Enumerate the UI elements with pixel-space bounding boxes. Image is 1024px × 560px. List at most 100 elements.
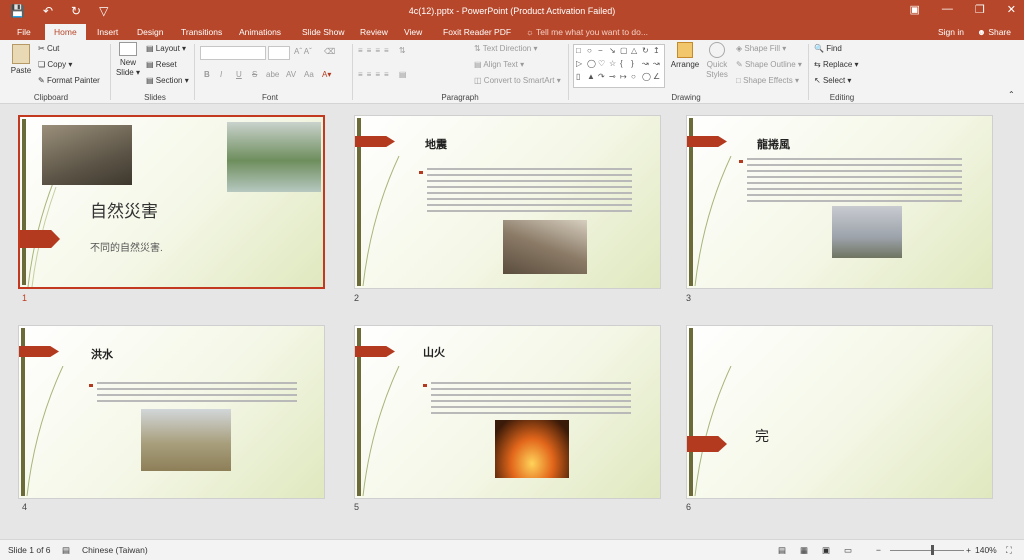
tab-foxit-reader-pdf[interactable]: Foxit Reader PDF (443, 27, 511, 37)
zoom-slider-thumb[interactable] (931, 545, 934, 555)
quick-styles-button[interactable]: Quick Styles (704, 42, 730, 80)
zoom-in-icon[interactable]: + (966, 545, 971, 555)
share-button[interactable]: ☻ Share (977, 27, 1011, 37)
tab-view[interactable]: View (404, 27, 422, 37)
slide-sorter-view-icon[interactable]: ▦ (800, 545, 808, 556)
find-icon: 🔍 (814, 44, 824, 53)
proofing-icon[interactable]: ▤ (62, 545, 70, 556)
new-slide-button[interactable]: New Slide ▾ (114, 42, 142, 78)
tab-design[interactable]: Design (137, 27, 163, 37)
underline-button[interactable]: U (236, 70, 242, 79)
minimize-icon[interactable]: — (942, 3, 953, 16)
title-arrow-shape (687, 136, 727, 147)
format-painter-button[interactable]: ✎ Format Painter (38, 76, 100, 85)
reset-icon: ▤ (146, 60, 154, 69)
shape-outline-button[interactable]: ✎ Shape Outline ▾ (736, 60, 802, 69)
slide-thumbnail[interactable]: 龍捲風 (686, 115, 993, 289)
tab-home[interactable]: Home (45, 24, 86, 40)
layout-button[interactable]: ▤ Layout ▾ (146, 44, 186, 53)
body-text-lines (747, 158, 962, 206)
slide-thumbnail[interactable]: 洪水 (18, 325, 325, 499)
ribbon-display-icon[interactable]: ▣ (910, 3, 920, 16)
strikethrough-button[interactable]: S (252, 70, 257, 79)
text-direction-button[interactable]: ⇅ Text Direction ▾ (474, 44, 538, 53)
alignment-buttons-icon[interactable]: ≡≡≡≡ ▤ (358, 70, 410, 79)
smartart-button[interactable]: ◫ Convert to SmartArt ▾ (474, 76, 561, 85)
zoom-slider-track[interactable] (890, 550, 964, 551)
clear-format-icon[interactable]: ⌫ (324, 47, 335, 56)
font-size-box[interactable] (268, 46, 290, 60)
shadow-button[interactable]: abe (266, 70, 279, 79)
cut-button[interactable]: ✂ Cut (38, 44, 59, 53)
slide-show-view-icon[interactable]: ▭ (844, 545, 852, 556)
slide-thumbnail[interactable]: 完 (686, 325, 993, 499)
reset-button[interactable]: ▤ Reset (146, 60, 177, 69)
restore-icon[interactable]: ❐ (975, 3, 985, 16)
tab-slide-show[interactable]: Slide Show (302, 27, 345, 37)
group-separator (808, 44, 809, 100)
paste-button[interactable]: Paste (8, 44, 34, 75)
shapes-gallery[interactable]: □ ○ − ↘ ▢ △ ↻ ↥ ▷ ◯ ♡ ☆{} ↝ ↝ ▯ ▲ ↷ ⊸ ↦ ○ ◯ ∠ (573, 44, 665, 88)
pen-icon: ✎ (736, 60, 743, 69)
change-case-button[interactable]: Aa (304, 70, 314, 79)
scissors-icon: ✂ (38, 44, 45, 53)
slide-title: 完 (755, 428, 769, 444)
language-indicator[interactable]: Chinese (Taiwan) (82, 545, 148, 555)
tab-insert[interactable]: Insert (97, 27, 118, 37)
clipboard-icon (12, 44, 30, 64)
select-button[interactable]: ↖ Select ▾ (814, 76, 851, 85)
title-arrow-shape (19, 346, 59, 357)
title-arrow-shape (355, 136, 395, 147)
clipboard-group-label: Clipboard (33, 93, 69, 102)
bullet-marker (739, 160, 743, 163)
grass-decoration (362, 156, 400, 286)
title-bar: 💾 ↶ ↻ ▽ 4c(12).pptx - PowerPoint (Produc… (0, 0, 1024, 24)
arrange-button[interactable]: Arrange (670, 42, 700, 69)
slide-number: 2 (354, 293, 360, 303)
tell-me-box[interactable]: ☼ Tell me what you want to do... (526, 27, 648, 37)
fit-to-window-icon[interactable]: ⛶ (1006, 545, 1012, 556)
tab-transitions[interactable]: Transitions (181, 27, 222, 37)
grass-decoration (694, 156, 732, 286)
group-separator (194, 44, 195, 100)
slides-group-label: Slides (144, 93, 166, 102)
status-bar: Slide 1 of 6 ▤ Chinese (Taiwan) ▤ ▦ ▣ ▭ … (0, 539, 1024, 560)
shape-effects-button[interactable]: □ Shape Effects ▾ (736, 76, 799, 85)
group-separator (568, 44, 569, 100)
slide-thumbnail[interactable]: 地震 (354, 115, 661, 289)
list-buttons-icon[interactable]: ≡≡≡≡ ⇅ (358, 46, 410, 55)
sign-in-link[interactable]: Sign in (938, 27, 964, 37)
slide-number: 1 (22, 293, 28, 303)
shape-fill-button[interactable]: ◈ Shape Fill ▾ (736, 44, 786, 53)
bullet-marker (423, 384, 427, 387)
bullet-marker (89, 384, 93, 387)
replace-button[interactable]: ⇆ Replace ▾ (814, 60, 859, 69)
char-spacing-button[interactable]: AV (286, 70, 296, 79)
zoom-level[interactable]: 140% (975, 545, 997, 555)
close-icon[interactable]: ✕ (1007, 3, 1016, 16)
font-name-box[interactable] (200, 46, 266, 60)
tab-review[interactable]: Review (360, 27, 388, 37)
person-icon: ☻ (977, 27, 989, 37)
font-grow-icon[interactable]: Aˆ Aˇ (294, 47, 312, 56)
align-text-button[interactable]: ▤ Align Text ▾ (474, 60, 524, 69)
section-button[interactable]: ▤ Section ▾ (146, 76, 189, 85)
bold-button[interactable]: B (204, 70, 210, 79)
reading-view-icon[interactable]: ▣ (822, 545, 830, 556)
tab-file[interactable]: File (17, 27, 31, 37)
collapse-ribbon-icon[interactable]: ⌃ (1008, 90, 1015, 99)
tab-animations[interactable]: Animations (239, 27, 281, 37)
slide-thumbnail[interactable]: 自然災害 不同的自然災害. (18, 115, 325, 289)
zoom-out-icon[interactable]: − (876, 545, 881, 555)
italic-button[interactable]: I (220, 70, 222, 79)
normal-view-icon[interactable]: ▤ (778, 545, 786, 556)
find-button[interactable]: 🔍 Find (814, 44, 842, 53)
slide-number: 5 (354, 502, 360, 512)
font-color-icon[interactable]: A▾ (322, 70, 331, 79)
slide-sorter: 自然災害 不同的自然災害. 1 地震 2 龍捲風 3 洪水 4 山火 5 完 6 (0, 105, 1024, 539)
slide-thumbnail[interactable]: 山火 (354, 325, 661, 499)
tornado-photo-image (832, 206, 902, 258)
copy-button[interactable]: ❏ Copy ▾ (38, 60, 72, 69)
slide-title: 地震 (425, 139, 447, 151)
slide-title: 洪水 (91, 349, 113, 361)
